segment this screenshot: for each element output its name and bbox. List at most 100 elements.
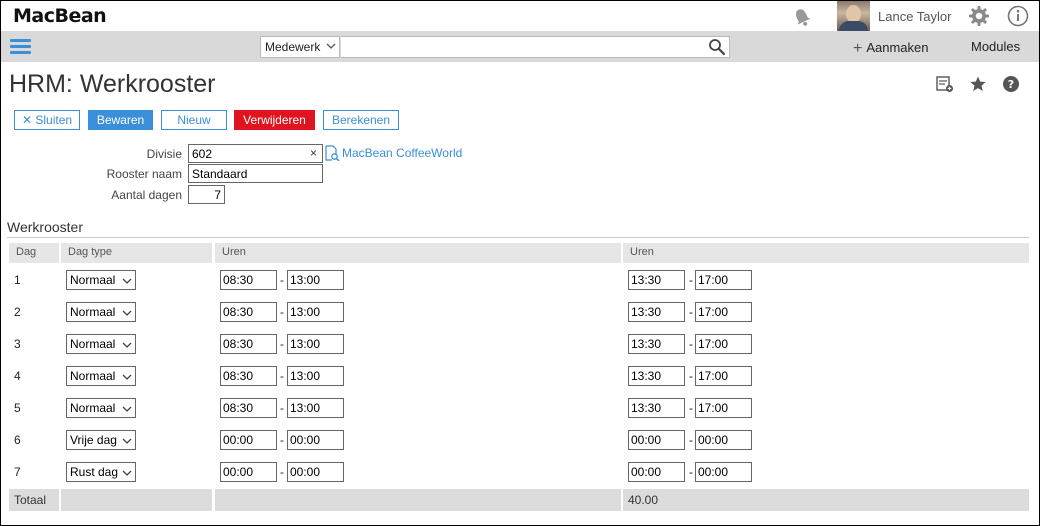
- search-icon[interactable]: [708, 38, 726, 56]
- start-time-2[interactable]: [628, 462, 685, 482]
- dagtype-value: Normaal: [70, 401, 116, 415]
- avatar[interactable]: [837, 1, 870, 31]
- start-time-2[interactable]: [628, 302, 685, 322]
- end-time-1[interactable]: [287, 430, 344, 450]
- end-time-2[interactable]: [695, 398, 752, 418]
- time-separator: -: [280, 465, 284, 479]
- bell-icon[interactable]: [791, 6, 813, 28]
- start-time-1[interactable]: [220, 398, 277, 418]
- end-time-1[interactable]: [287, 302, 344, 322]
- app-logo[interactable]: MacBean: [13, 5, 107, 27]
- header-uren-1: Uren: [215, 243, 621, 263]
- time-separator: -: [689, 273, 693, 287]
- dag-cell: 1: [14, 273, 21, 287]
- help-icon[interactable]: ?: [1002, 75, 1020, 93]
- save-button[interactable]: Bewaren: [88, 110, 153, 130]
- dagtype-select[interactable]: Rust dag: [66, 462, 136, 482]
- total-label: Totaal: [9, 489, 59, 511]
- menu-icon[interactable]: [10, 39, 31, 55]
- end-time-2[interactable]: [695, 430, 752, 450]
- user-name[interactable]: Lance Taylor: [878, 9, 951, 24]
- dagtype-select[interactable]: Normaal: [66, 302, 136, 322]
- start-time-2[interactable]: [628, 366, 685, 386]
- chevron-down-icon: [122, 310, 132, 316]
- delete-button[interactable]: Verwijderen: [234, 110, 315, 130]
- start-time-2[interactable]: [628, 334, 685, 354]
- time-separator: -: [689, 465, 693, 479]
- dagtype-select[interactable]: Normaal: [66, 398, 136, 418]
- dagtype-value: Normaal: [70, 337, 116, 351]
- dag-cell: 5: [14, 401, 21, 415]
- time-separator: -: [689, 337, 693, 351]
- end-time-2[interactable]: [695, 334, 752, 354]
- chevron-down-icon: [122, 278, 132, 284]
- division-link[interactable]: MacBean CoffeeWorld: [342, 146, 462, 160]
- chevron-down-icon: [326, 43, 336, 49]
- dagtype-value: Vrije dag: [70, 433, 117, 447]
- dagtype-value: Normaal: [70, 273, 116, 287]
- end-time-1[interactable]: [287, 334, 344, 354]
- start-time-1[interactable]: [220, 430, 277, 450]
- info-icon[interactable]: [1007, 5, 1029, 27]
- dag-cell: 4: [14, 369, 21, 383]
- svg-text:?: ?: [1008, 78, 1014, 91]
- dagtype-select[interactable]: Normaal: [66, 334, 136, 354]
- start-time-1[interactable]: [220, 334, 277, 354]
- end-time-2[interactable]: [695, 302, 752, 322]
- close-button[interactable]: ✕ Sluiten: [14, 110, 80, 130]
- start-time-2[interactable]: [628, 398, 685, 418]
- dagtype-select[interactable]: Vrije dag: [66, 430, 136, 450]
- clear-icon[interactable]: ×: [310, 146, 317, 160]
- section-title: Werkrooster: [7, 219, 83, 235]
- search-scope-select[interactable]: Medewerk: [260, 36, 340, 58]
- time-separator: -: [689, 401, 693, 415]
- dag-cell: 3: [14, 337, 21, 351]
- end-time-1[interactable]: [287, 366, 344, 386]
- modules-button[interactable]: Modules: [971, 39, 1020, 54]
- rooster-naam-input[interactable]: [188, 164, 323, 183]
- time-separator: -: [280, 273, 284, 287]
- start-time-1[interactable]: [220, 270, 277, 290]
- start-time-1[interactable]: [220, 462, 277, 482]
- calculate-button[interactable]: Berekenen: [323, 110, 399, 130]
- dagtype-select[interactable]: Normaal: [66, 366, 136, 386]
- dagtype-select[interactable]: Normaal: [66, 270, 136, 290]
- time-separator: -: [689, 369, 693, 383]
- end-time-2[interactable]: [695, 462, 752, 482]
- page-title: HRM: Werkrooster: [9, 70, 216, 98]
- chevron-down-icon: [122, 470, 132, 476]
- end-time-2[interactable]: [695, 366, 752, 386]
- gear-icon[interactable]: [968, 5, 990, 27]
- report-icon[interactable]: [936, 75, 954, 93]
- search-scope-value: Medewerk: [265, 40, 321, 54]
- end-time-1[interactable]: [287, 398, 344, 418]
- total-blank-1: [61, 489, 212, 511]
- time-separator: -: [689, 433, 693, 447]
- aantal-dagen-input[interactable]: [188, 185, 225, 204]
- header-dagtype: Dag type: [61, 243, 212, 263]
- create-button[interactable]: + Aanmaken: [853, 39, 929, 57]
- start-time-1[interactable]: [220, 366, 277, 386]
- time-separator: -: [689, 305, 693, 319]
- star-icon[interactable]: [969, 75, 987, 93]
- header-uren-2: Uren: [623, 243, 1029, 263]
- time-separator: -: [280, 369, 284, 383]
- total-blank-2: [215, 489, 621, 511]
- dag-cell: 6: [14, 433, 21, 447]
- start-time-1[interactable]: [220, 302, 277, 322]
- nav-bar: Medewerk + Aanmaken Modules: [1, 31, 1039, 62]
- chevron-down-icon: [122, 438, 132, 444]
- start-time-2[interactable]: [628, 270, 685, 290]
- end-time-2[interactable]: [695, 270, 752, 290]
- start-time-2[interactable]: [628, 430, 685, 450]
- section-divider: [7, 237, 1029, 238]
- end-time-1[interactable]: [287, 462, 344, 482]
- end-time-1[interactable]: [287, 270, 344, 290]
- search-input[interactable]: [341, 36, 730, 58]
- time-separator: -: [280, 337, 284, 351]
- new-button[interactable]: Nieuw: [161, 110, 227, 130]
- plus-icon: +: [853, 40, 863, 57]
- lookup-icon[interactable]: [324, 145, 340, 161]
- aantal-dagen-label: Aantal dagen: [111, 188, 182, 202]
- divisie-input[interactable]: [188, 144, 323, 163]
